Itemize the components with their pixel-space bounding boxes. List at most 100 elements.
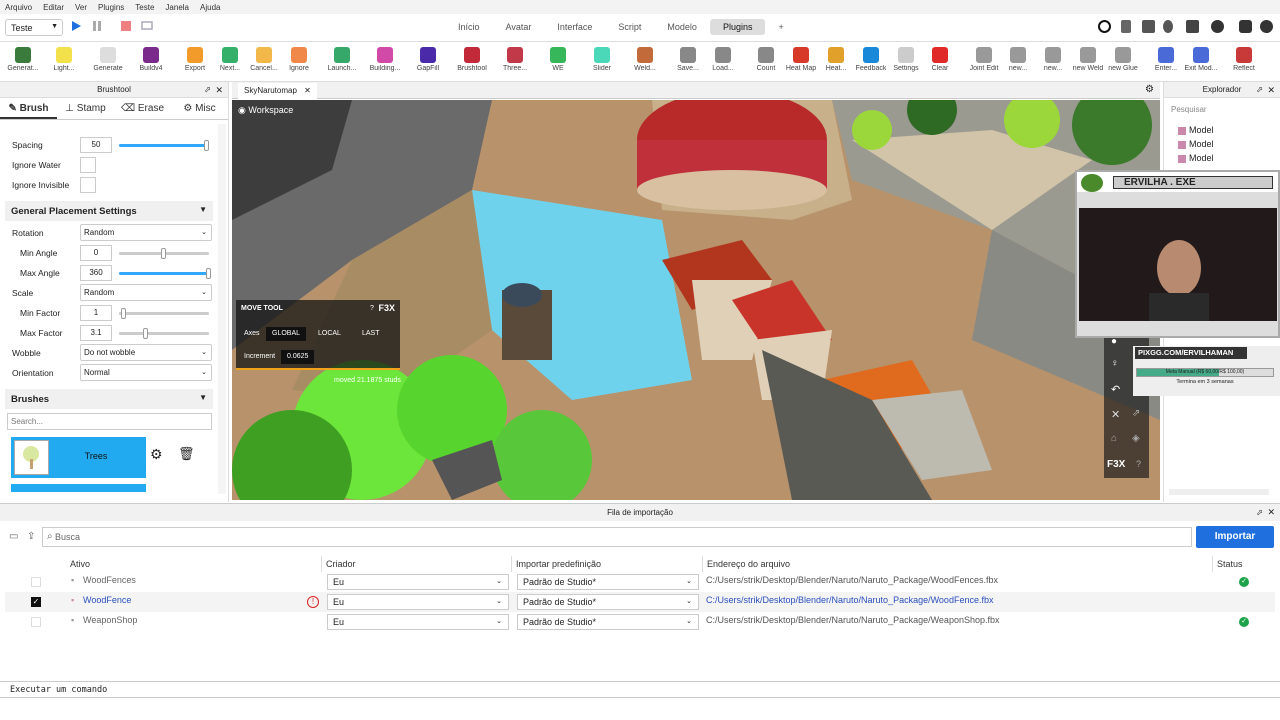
explorer-item[interactable]: Model — [1178, 125, 1214, 135]
explorer-item[interactable]: Model — [1178, 153, 1214, 163]
ribbon-button[interactable]: Launch... — [324, 44, 360, 80]
help-icon[interactable]: ? — [370, 305, 374, 312]
tab-plugins[interactable]: Plugins — [709, 19, 766, 35]
brush-item-next[interactable] — [11, 484, 146, 492]
pause-icon[interactable] — [91, 20, 103, 32]
import-search-input[interactable]: Busca — [42, 527, 1192, 547]
ribbon-button[interactable]: Cancel... — [246, 44, 282, 80]
ribbon-button[interactable]: Heat... — [818, 44, 854, 80]
trash-icon[interactable]: 🗑 — [178, 446, 195, 462]
column-header-creator[interactable]: Criador — [322, 556, 512, 572]
min-factor-slider[interactable] — [119, 308, 209, 319]
column-header-preset[interactable]: Importar predefinição — [512, 556, 703, 572]
ribbon-button[interactable]: Save... — [670, 44, 706, 80]
explorer-search-input[interactable]: Pesquisar — [1168, 103, 1278, 118]
preset-dropdown[interactable]: Padrão de Studio* ⌄ — [517, 614, 699, 630]
team-icon[interactable] — [1186, 20, 1199, 33]
menu-edit[interactable]: Editar — [43, 3, 64, 12]
pin-icon[interactable]: ⬀ — [1256, 504, 1263, 521]
axes-last-button[interactable]: LAST — [356, 327, 386, 341]
row-checkbox[interactable] — [31, 617, 41, 627]
avatar[interactable] — [1260, 20, 1273, 33]
bell-icon[interactable] — [1239, 20, 1252, 33]
creator-dropdown[interactable]: Eu ⌄ — [327, 594, 509, 610]
ribbon-button[interactable]: new... — [1035, 44, 1071, 80]
ignore-invisible-checkbox[interactable] — [80, 177, 96, 193]
ribbon-button[interactable]: Clear — [922, 44, 958, 80]
menu-plugins[interactable]: Plugins — [98, 3, 124, 12]
pin-icon[interactable]: ⬀ — [1256, 82, 1263, 98]
stop-icon[interactable] — [120, 20, 132, 32]
menu-view[interactable]: Ver — [75, 3, 87, 12]
general-placement-section[interactable]: General Placement Settings ▼ — [5, 201, 213, 221]
ribbon-button[interactable]: WE — [540, 44, 576, 80]
tab-script[interactable]: Script — [605, 19, 654, 35]
screen-icon[interactable] — [141, 20, 153, 32]
add-tab-button[interactable]: + — [765, 19, 796, 35]
row-checkbox[interactable] — [31, 577, 41, 587]
tab-home[interactable]: Início — [445, 19, 493, 35]
min-factor-input[interactable]: 1 — [80, 305, 112, 321]
explorer-scrollbar[interactable] — [1169, 489, 1269, 495]
warning-icon[interactable]: ! — [307, 596, 319, 608]
place-selector[interactable]: Teste ▼ — [5, 19, 63, 36]
ribbon-button[interactable]: Generat... — [5, 44, 41, 80]
ribbon-button[interactable]: Joint Edit — [966, 44, 1002, 80]
tab-misc[interactable]: ⚙ Misc — [171, 98, 228, 119]
tab-avatar[interactable]: Avatar — [493, 19, 545, 35]
tab-erase[interactable]: ⌫ Erase — [114, 98, 171, 119]
column-header-active[interactable]: Ativo — [66, 556, 322, 572]
column-header-path[interactable]: Endereço do arquivo — [703, 556, 1213, 572]
ignore-water-checkbox[interactable] — [80, 157, 96, 173]
tab-brush[interactable]: ✎ Brush — [0, 98, 57, 119]
max-angle-slider[interactable] — [119, 268, 211, 279]
user-add-icon[interactable] — [1121, 20, 1131, 33]
help-icon[interactable]: ? — [1136, 459, 1141, 469]
scale-select[interactable]: Random ⌄ — [80, 284, 212, 301]
ribbon-button[interactable]: Brushtool — [454, 44, 490, 80]
ribbon-button[interactable]: Light... — [46, 44, 82, 80]
undo-icon[interactable]: ↶ — [1111, 383, 1120, 396]
creator-dropdown[interactable]: Eu ⌄ — [327, 614, 509, 630]
ribbon-button[interactable]: Ignore — [281, 44, 317, 80]
table-row[interactable]: ▪ WoodFences Eu ⌄ Padrão de Studio* ⌄ C:/U… — [5, 572, 1275, 592]
tab-stamp[interactable]: ⊥ Stamp — [57, 98, 114, 119]
ribbon-button[interactable]: new Glue — [1105, 44, 1141, 80]
column-header-status[interactable]: Status — [1213, 556, 1275, 572]
pin-icon[interactable]: ⬀ — [204, 82, 211, 98]
ribbon-button[interactable]: GapFill — [410, 44, 446, 80]
ribbon-button[interactable]: Slider — [584, 44, 620, 80]
close-icon[interactable]: ✕ — [304, 86, 311, 95]
preset-dropdown[interactable]: Padrão de Studio* ⌄ — [517, 574, 699, 590]
wobble-select[interactable]: Do not wobble ⌄ — [80, 344, 212, 361]
min-angle-slider[interactable] — [119, 248, 209, 259]
play-icon[interactable] — [70, 20, 82, 32]
ribbon-button[interactable]: Buildv4 — [133, 44, 169, 80]
upload-icon[interactable]: ⇪ — [27, 531, 35, 542]
group-icon[interactable]: ⌂ — [1111, 433, 1117, 444]
close-icon[interactable]: ✕ — [1267, 504, 1275, 521]
brushes-section[interactable]: Brushes ▼ — [5, 389, 213, 409]
rotation-select[interactable]: Random ⌄ — [80, 224, 212, 241]
ribbon-button[interactable]: Generate — [90, 44, 126, 80]
ribbon-button[interactable]: Load... — [705, 44, 741, 80]
command-bar-input[interactable]: Executar um comando — [0, 681, 1280, 698]
tab-model[interactable]: Modelo — [654, 19, 710, 35]
table-row[interactable]: ▪ WeaponShop Eu ⌄ Padrão de Studio* ⌄ C:/U… — [5, 612, 1275, 632]
creator-dropdown[interactable]: Eu ⌄ — [327, 574, 509, 590]
ribbon-button[interactable]: Export — [177, 44, 213, 80]
ribbon-button[interactable]: Settings — [888, 44, 924, 80]
close-icon[interactable]: ✕ — [215, 82, 223, 98]
ribbon-button[interactable]: new Weld — [1070, 44, 1106, 80]
ribbon-button[interactable]: Feedback — [853, 44, 889, 80]
chat-icon[interactable] — [1142, 20, 1155, 33]
gear-icon[interactable]: ⚙ — [1145, 84, 1154, 95]
axes-local-button[interactable]: LOCAL — [312, 327, 347, 341]
ribbon-button[interactable]: new... — [1000, 44, 1036, 80]
ribbon-button[interactable]: Weld... — [627, 44, 663, 80]
export-icon[interactable]: ⇗ — [1132, 408, 1140, 419]
explorer-item[interactable]: Model — [1178, 139, 1214, 149]
axes-global-button[interactable]: GLOBAL — [266, 327, 307, 341]
increment-input[interactable]: 0.0625 — [281, 350, 315, 364]
table-row[interactable]: ✓ ▪ WoodFence ! Eu ⌄ Padrão de Studio* ⌄ C… — [5, 592, 1275, 612]
